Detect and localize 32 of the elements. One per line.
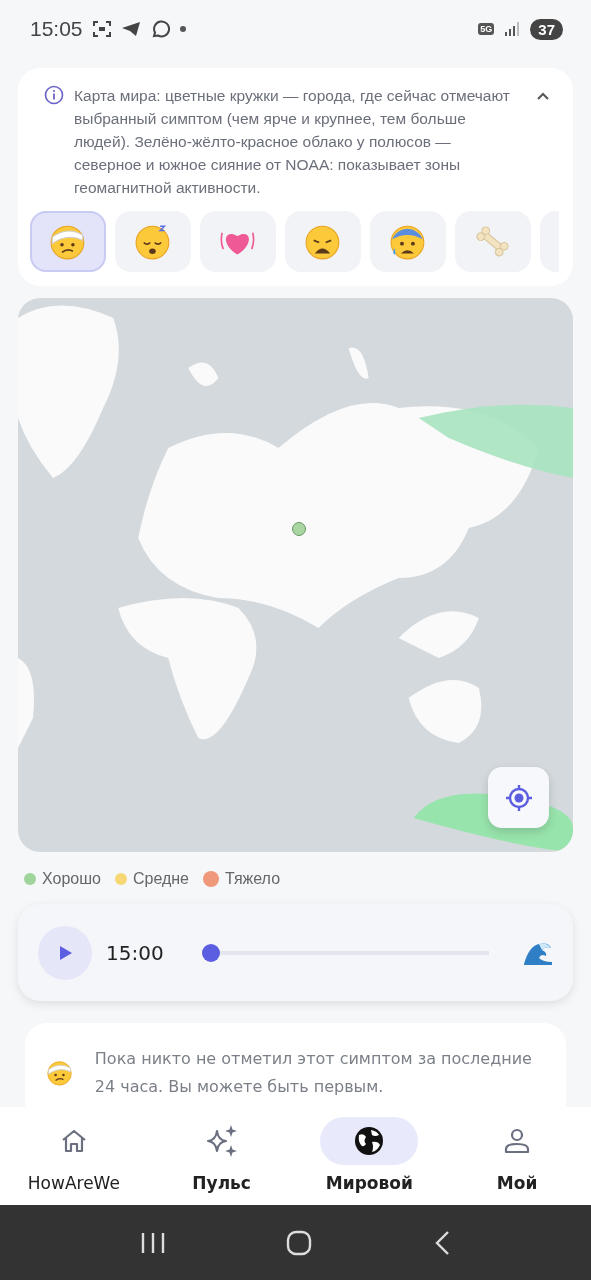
- nav-tab[interactable]: Мировой: [295, 1107, 444, 1205]
- locate-button[interactable]: [488, 767, 549, 828]
- bone-icon: [475, 223, 511, 260]
- anxious-face-icon: [390, 223, 426, 260]
- globe-icon: [353, 1125, 386, 1157]
- symptom-chip[interactable]: [200, 211, 276, 272]
- info-text: Карта мира: цветные кружки — города, где сейчас отмечают выбранный симптом (чем ярче и крупнее, тем больше людей). Зелёно-жёлто-красное облако у полюсов — северное и южное сияние от NOAA: показывает зоны геомагнитной активности.: [74, 86, 511, 198]
- screenshot-icon: [92, 21, 111, 37]
- network-type: 5G: [478, 23, 495, 35]
- info-icon: [44, 85, 64, 105]
- legend-label: Хорошо: [42, 870, 101, 888]
- sleepy-face-icon: [135, 223, 171, 260]
- bandaged-face-icon: [50, 223, 86, 260]
- paper-plane-icon: [120, 21, 141, 37]
- home-button-icon[interactable]: [286, 1229, 313, 1256]
- timeline-thumb[interactable]: [202, 943, 220, 962]
- recent-apps-icon[interactable]: [140, 1230, 167, 1255]
- signal-icon: [504, 21, 521, 37]
- timeline-time: 15:00: [106, 940, 165, 965]
- phone-bubble-icon: [150, 19, 170, 39]
- nav-tab[interactable]: Пульс: [147, 1107, 296, 1205]
- dot-icon: [179, 26, 186, 32]
- nav-tab[interactable]: Мой: [443, 1107, 591, 1205]
- status-time: 15:05: [30, 17, 83, 41]
- notice-text: Пока никто не отметил этот симптом за последние 24 часа. Вы можете быть первым.: [94, 1048, 533, 1098]
- legend-label: Тяжело: [225, 870, 281, 888]
- nav-tab[interactable]: HowAreWe: [0, 1107, 148, 1205]
- symptom-chip[interactable]: [370, 211, 446, 272]
- crosshair-icon: [503, 782, 534, 813]
- battery-level: 37: [530, 18, 563, 40]
- weary-face-icon: [305, 223, 341, 260]
- legend-label: Средне: [132, 870, 189, 888]
